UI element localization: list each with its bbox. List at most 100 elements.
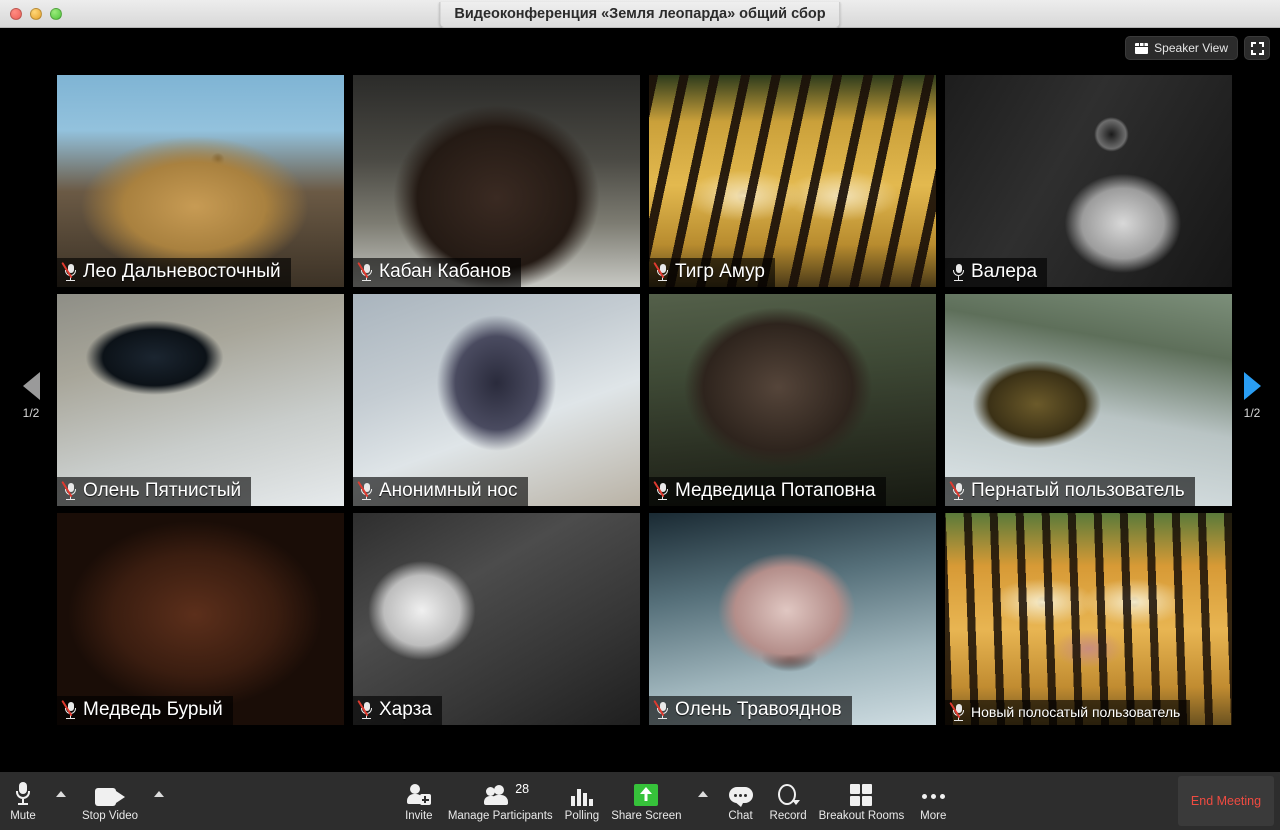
participant-name: Медведица Потаповна (675, 480, 876, 501)
microphone-muted-icon (356, 481, 373, 501)
participant-video-feed (649, 75, 936, 287)
microphone-muted-icon (60, 262, 77, 282)
toolbar-spacer-right (956, 772, 1178, 830)
participant-video-feed (649, 294, 936, 506)
participant-video-feed (649, 513, 936, 725)
participant-gallery-grid: Лео Дальневосточный Кабан Кабанов Тигр Аму… (57, 75, 1233, 725)
enter-fullscreen-button[interactable] (1244, 36, 1270, 60)
stop-video-button[interactable]: Stop Video (76, 772, 144, 830)
participant-name: Тигр Амур (675, 261, 765, 282)
person-add-icon (406, 784, 431, 806)
record-circle-icon (776, 784, 801, 806)
manage-participants-button[interactable]: 28 Manage Participants (442, 772, 559, 830)
participant-video-feed (945, 513, 1232, 725)
invite-button[interactable]: Invite (396, 772, 442, 830)
video-stage: Speaker View 1/2 1/2 Лео Дальневосточный… (0, 28, 1280, 772)
share-screen-button[interactable]: Share Screen (605, 772, 687, 830)
ellipsis-icon (920, 786, 946, 806)
participant-tile[interactable]: Анонимный нос (353, 294, 640, 506)
participant-name-tag: Олень Пятнистый (57, 477, 252, 506)
four-squares-icon (850, 784, 873, 806)
participant-tile[interactable]: Валера (945, 75, 1232, 287)
share-screen-label: Share Screen (611, 810, 682, 822)
participant-name-tag: Кабан Кабанов (353, 258, 522, 287)
participant-video-feed (353, 294, 640, 506)
microphone-muted-icon (948, 702, 965, 722)
meeting-toolbar: Mute Stop Video Invite 28 Manage Partici… (0, 772, 1280, 830)
microphone-muted-icon (948, 481, 965, 501)
participant-tile[interactable]: Харза (353, 513, 640, 725)
record-label: Record (769, 810, 807, 822)
participant-name-tag: Новый полосатый пользователь (945, 700, 1191, 725)
participant-tile[interactable]: Пернатый пользователь (945, 294, 1232, 506)
participant-tile[interactable]: Кабан Кабанов (353, 75, 640, 287)
previous-page-button[interactable]: 1/2 (8, 372, 54, 420)
microphone-muted-icon (60, 700, 77, 720)
mute-label: Mute (10, 810, 36, 822)
participant-name-tag: Анонимный нос (353, 477, 528, 506)
speaker-view-button[interactable]: Speaker View (1125, 36, 1238, 60)
minimize-window-button[interactable] (30, 7, 42, 20)
audio-options-button[interactable] (46, 772, 76, 830)
chevron-up-icon (697, 791, 708, 797)
participant-tile[interactable]: Олень Травояднов (649, 513, 936, 725)
participant-video-feed (945, 75, 1232, 287)
invite-label: Invite (405, 810, 433, 822)
participant-name: Харза (379, 699, 432, 720)
chat-button[interactable]: Chat (718, 772, 764, 830)
record-button[interactable]: Record (764, 772, 813, 830)
participant-tile[interactable]: Лео Дальневосточный (57, 75, 344, 287)
page-indicator-left: 1/2 (22, 406, 40, 420)
close-window-button[interactable] (10, 7, 22, 20)
microphone-muted-icon (652, 700, 669, 720)
participant-tile[interactable]: Медведица Потаповна (649, 294, 936, 506)
window-title: Видеоконференция «Земля леопарда» общий … (439, 2, 841, 28)
participant-name-tag: Пернатый пользователь (945, 477, 1195, 506)
video-options-button[interactable] (144, 772, 174, 830)
participant-name: Медведь Бурый (83, 699, 223, 720)
participant-name: Анонимный нос (379, 480, 518, 501)
participant-video-feed (353, 75, 640, 287)
chevron-up-icon (154, 791, 165, 797)
speaker-view-label: Speaker View (1154, 41, 1228, 55)
toolbar-spacer-left (174, 772, 396, 830)
participant-name-tag: Медведица Потаповна (649, 477, 886, 506)
participant-name-tag: Тигр Амур (649, 258, 775, 287)
share-options-button[interactable] (688, 772, 718, 830)
participant-name-tag: Харза (353, 696, 442, 725)
polling-button[interactable]: Polling (559, 772, 606, 830)
participant-name: Олень Пятнистый (83, 480, 242, 501)
stop-video-label: Stop Video (82, 810, 139, 822)
share-up-arrow-icon (634, 784, 659, 806)
camera-icon (95, 788, 126, 806)
maximize-window-button[interactable] (50, 7, 62, 20)
participant-name-tag: Олень Травояднов (649, 696, 852, 725)
more-label: More (920, 810, 947, 822)
people-icon: 28 (484, 782, 529, 806)
microphone-muted-icon (356, 700, 373, 720)
microphone-muted-icon (652, 262, 669, 282)
participant-tile[interactable]: Новый полосатый пользователь (945, 513, 1232, 725)
participant-video-feed (57, 513, 344, 725)
microphone-muted-icon (60, 481, 77, 501)
participant-video-feed (57, 75, 344, 287)
participant-name: Лео Дальневосточный (83, 261, 281, 282)
chevron-right-icon (1243, 372, 1261, 400)
end-meeting-button[interactable]: End Meeting (1178, 776, 1274, 826)
microphone-muted-icon (652, 481, 669, 501)
mute-button[interactable]: Mute (0, 772, 46, 830)
participant-name: Олень Травояднов (675, 699, 842, 720)
participant-tile[interactable]: Медведь Бурый (57, 513, 344, 725)
participant-name-tag: Лео Дальневосточный (57, 258, 291, 287)
manage-participants-label: Manage Participants (447, 810, 553, 822)
microphone-icon (952, 263, 965, 282)
participant-name: Новый полосатый пользователь (971, 704, 1181, 720)
participant-tile[interactable]: Тигр Амур (649, 75, 936, 287)
more-button[interactable]: More (910, 772, 956, 830)
participant-name: Пернатый пользователь (971, 480, 1185, 501)
chat-label: Chat (728, 810, 753, 822)
breakout-rooms-button[interactable]: Breakout Rooms (813, 772, 911, 830)
gallery-grid-icon (1135, 42, 1149, 54)
participant-tile[interactable]: Олень Пятнистый (57, 294, 344, 506)
next-page-button[interactable]: 1/2 (1229, 372, 1275, 420)
